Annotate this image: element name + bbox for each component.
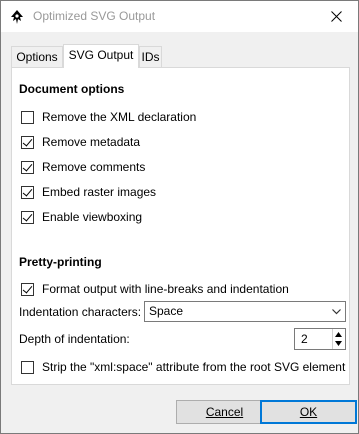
tab-svg-output[interactable]: SVG Output	[63, 44, 139, 68]
dialog-window: Optimized SVG Output Options SVG Output …	[0, 0, 359, 434]
tab-ids[interactable]: IDs	[139, 46, 162, 68]
remove-comments-checkbox[interactable]: Remove comments	[21, 159, 145, 175]
checkbox-label: Remove comments	[42, 160, 146, 174]
cancel-button-label: Cancel	[205, 405, 244, 419]
tab-options[interactable]: Options	[11, 46, 63, 68]
checkbox-label: Embed raster images	[42, 185, 157, 199]
indentation-depth-label: Depth of indentation:	[19, 332, 130, 346]
cancel-button[interactable]: Cancel	[176, 400, 273, 424]
indentation-characters-select[interactable]: Space	[144, 301, 346, 322]
remove-xml-declaration-checkbox[interactable]: Remove the XML declaration	[21, 109, 196, 125]
checkbox-box[interactable]	[21, 360, 34, 374]
spinbox-buttons[interactable]	[332, 329, 345, 349]
enable-viewboxing-checkbox[interactable]: Enable viewboxing	[21, 209, 142, 225]
strip-xml-space-checkbox[interactable]: Strip the "xml:space" attribute from the…	[21, 359, 345, 375]
checkbox-label: Enable viewboxing	[42, 210, 143, 224]
checkbox-box[interactable]	[21, 282, 34, 296]
select-value: Space	[149, 304, 184, 318]
pretty-printing-heading: Pretty-printing	[19, 255, 102, 269]
spinbox-value[interactable]: 2	[301, 332, 308, 346]
ok-button[interactable]: OK	[260, 400, 357, 424]
embed-raster-images-checkbox[interactable]: Embed raster images	[21, 184, 156, 200]
indentation-characters-label: Indentation characters:	[19, 305, 142, 319]
title-bar: Optimized SVG Output	[1, 1, 358, 32]
checkbox-box[interactable]	[21, 135, 34, 149]
checkbox-label: Remove the XML declaration	[42, 110, 197, 124]
window-title: Optimized SVG Output	[33, 9, 156, 23]
remove-metadata-checkbox[interactable]: Remove metadata	[21, 134, 140, 150]
spin-down-icon[interactable]	[335, 341, 342, 346]
spin-up-icon[interactable]	[335, 332, 342, 337]
document-options-heading: Document options	[19, 82, 125, 96]
checkbox-label: Format output with line-breaks and inden…	[42, 282, 289, 296]
format-output-checkbox[interactable]: Format output with line-breaks and inden…	[21, 281, 289, 297]
checkbox-box[interactable]	[21, 110, 34, 124]
ok-button-label: OK	[299, 405, 318, 419]
checkbox-box[interactable]	[21, 185, 34, 199]
checkbox-box[interactable]	[21, 160, 34, 174]
close-icon	[330, 11, 342, 22]
chevron-down-icon	[332, 309, 341, 315]
checkbox-label: Strip the "xml:space" attribute from the…	[42, 360, 346, 374]
checkbox-label: Remove metadata	[42, 135, 141, 149]
checkbox-box[interactable]	[21, 210, 34, 224]
svg-output-panel: Document options Remove the XML declarat…	[11, 67, 350, 385]
indentation-depth-spinbox[interactable]: 2	[294, 328, 346, 350]
inkscape-icon	[11, 10, 23, 24]
close-button[interactable]	[314, 1, 358, 32]
